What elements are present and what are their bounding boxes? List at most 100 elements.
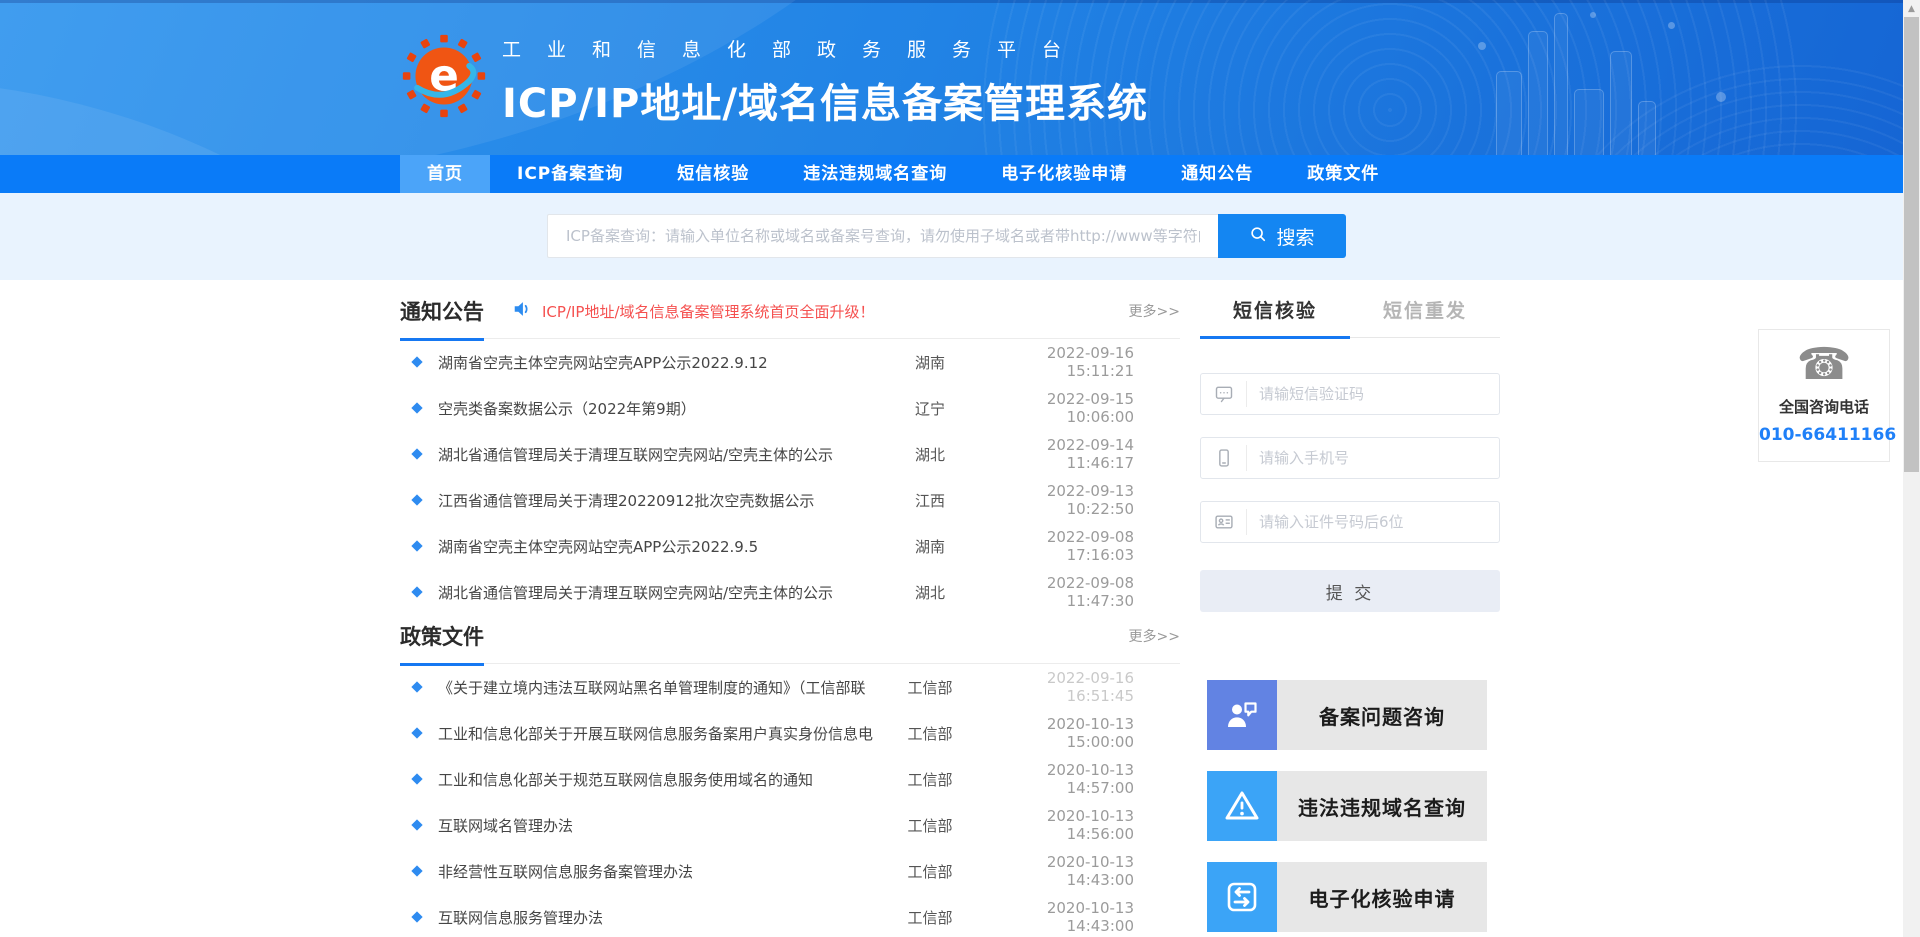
nav-item-illegal-domain-query[interactable]: 违法违规域名查询 (776, 155, 974, 193)
page-scrollbar[interactable]: ▲ (1903, 0, 1920, 937)
notices-list: 湖南省空壳主体空壳网站空壳APP公示2022.9.12 湖南 2022-09-1… (400, 339, 1180, 615)
notice-row: 湖南省空壳主体空壳网站空壳APP公示2022.9.12 湖南 2022-09-1… (400, 339, 1180, 385)
notice-ticker[interactable]: ICP/IP地址/域名信息备案管理系统首页全面升级！ (512, 299, 875, 323)
policy-row: 互联网信息服务管理办法 工信部 2020-10-13 14:43:00 (400, 894, 1180, 937)
nav-item-e-verification[interactable]: 电子化核验申请 (974, 155, 1154, 193)
quick-link-e-verification[interactable]: 电子化核验申请 (1207, 862, 1487, 932)
policy-row: 非经营性互联网信息服务备案管理办法 工信部 2020-10-13 14:43:0… (400, 848, 1180, 894)
policy-link[interactable]: 互联网信息服务管理办法 (438, 907, 880, 928)
diamond-bullet-icon (411, 448, 422, 459)
quick-link-label: 违法违规域名查询 (1277, 771, 1487, 841)
hotline-label: 全国咨询电话 (1759, 396, 1889, 417)
diamond-bullet-icon (411, 819, 422, 830)
policy-org: 工信部 (880, 677, 980, 698)
person-chat-icon (1207, 680, 1277, 750)
notice-region: 湖南 (880, 352, 980, 373)
notice-link[interactable]: 湖北省通信管理局关于清理互联网空壳网站/空壳主体的公示 (438, 444, 880, 465)
policy-time: 2022-09-16 16:51:45 (980, 669, 1180, 705)
policy-row: 工业和信息化部关于规范互联网信息服务使用域名的通知 工信部 2020-10-13… (400, 756, 1180, 802)
mobile-phone-icon (1201, 445, 1247, 471)
quick-links: 备案问题咨询 违法违规域名查询 电子化核验申请 (1207, 680, 1487, 937)
tab-sms-resend[interactable]: 短信重发 (1350, 296, 1500, 337)
nav-item-sms-verify[interactable]: 短信核验 (650, 155, 776, 193)
notice-region: 湖北 (880, 582, 980, 603)
diamond-bullet-icon (411, 865, 422, 876)
diamond-bullet-icon (411, 586, 422, 597)
phone-number-input-group (1200, 437, 1500, 479)
notice-link[interactable]: 湖南省空壳主体空壳网站空壳APP公示2022.9.12 (438, 352, 880, 373)
notice-link[interactable]: 江西省通信管理局关于清理20220912批次空壳数据公示 (438, 490, 880, 511)
notice-region: 辽宁 (880, 398, 980, 419)
hotline-number: 010-66411166 (1759, 425, 1889, 445)
policy-link[interactable]: 《关于建立境内违法互联网站黑名单管理制度的通知》（工信部联 (438, 677, 880, 698)
notice-time: 2022-09-08 11:47:30 (980, 574, 1180, 610)
notice-row: 湖南省空壳主体空壳网站空壳APP公示2022.9.5 湖南 2022-09-08… (400, 523, 1180, 569)
policy-org: 工信部 (880, 815, 980, 836)
notice-row: 湖北省通信管理局关于清理互联网空壳网站/空壳主体的公示 湖北 2022-09-1… (400, 431, 1180, 477)
search-button[interactable]: 搜索 (1218, 214, 1346, 258)
notice-region: 江西 (880, 490, 980, 511)
notice-time: 2022-09-08 17:16:03 (980, 528, 1180, 564)
policy-org: 工信部 (880, 769, 980, 790)
notice-link[interactable]: 湖北省通信管理局关于清理互联网空壳网站/空壳主体的公示 (438, 582, 880, 603)
notice-region: 湖南 (880, 536, 980, 557)
policy-link[interactable]: 互联网域名管理办法 (438, 815, 880, 836)
search-button-label: 搜索 (1276, 223, 1314, 250)
policy-org: 工信部 (880, 861, 980, 882)
sms-tabs: 短信核验 短信重发 (1200, 296, 1500, 338)
phone-number-input[interactable] (1247, 449, 1499, 467)
scrollbar-thumb[interactable] (1904, 17, 1919, 472)
sms-message-icon (1201, 381, 1247, 407)
diamond-bullet-icon (411, 540, 422, 551)
search-box: 搜索 (547, 214, 1346, 258)
ticker-text: ICP/IP地址/域名信息备案管理系统首页全面升级！ (542, 301, 875, 322)
speaker-icon (512, 299, 532, 323)
icp-filing-homepage: e 工业和信息化部政务服务平台 ICP/IP地址/域名信息备案管理系统 首页 I… (0, 0, 1920, 937)
quick-link-label: 备案问题咨询 (1277, 680, 1487, 750)
id-number-input-group (1200, 501, 1500, 543)
notice-time: 2022-09-16 15:11:21 (980, 344, 1180, 380)
telephone-icon: ☎ (1759, 343, 1889, 387)
miit-gear-logo-icon: e (402, 34, 486, 118)
id-card-icon (1201, 509, 1247, 535)
warning-triangle-icon (1207, 771, 1277, 841)
policy-link[interactable]: 工业和信息化部关于开展互联网信息服务备案用户真实身份信息电 (438, 723, 880, 744)
notice-row: 江西省通信管理局关于清理20220912批次空壳数据公示 江西 2022-09-… (400, 477, 1180, 523)
submit-button[interactable]: 提 交 (1200, 570, 1500, 612)
site-title-block: 工业和信息化部政务服务平台 ICP/IP地址/域名信息备案管理系统 (502, 35, 1148, 129)
policy-link[interactable]: 工业和信息化部关于规范互联网信息服务使用域名的通知 (438, 769, 880, 790)
sms-code-input-group (1200, 373, 1500, 415)
page-header: e 工业和信息化部政务服务平台 ICP/IP地址/域名信息备案管理系统 (0, 0, 1920, 155)
notices-more-link[interactable]: 更多>> (1129, 301, 1180, 321)
policy-time: 2020-10-13 15:00:00 (980, 715, 1180, 751)
nav-item-icp-query[interactable]: ICP备案查询 (490, 155, 650, 193)
nav-item-home[interactable]: 首页 (400, 155, 490, 193)
search-icon (1249, 225, 1267, 248)
policy-time: 2020-10-13 14:43:00 (980, 899, 1180, 935)
notice-link[interactable]: 湖南省空壳主体空壳网站空壳APP公示2022.9.5 (438, 536, 880, 557)
policy-row: 工业和信息化部关于开展互联网信息服务备案用户真实身份信息电 工信部 2020-1… (400, 710, 1180, 756)
tab-sms-verify[interactable]: 短信核验 (1200, 296, 1350, 337)
diamond-bullet-icon (411, 727, 422, 738)
nav-items: 首页 ICP备案查询 短信核验 违法违规域名查询 电子化核验申请 通知公告 政策… (400, 155, 1406, 193)
policy-time: 2020-10-13 14:57:00 (980, 761, 1180, 797)
nav-item-notices[interactable]: 通知公告 (1154, 155, 1280, 193)
policies-more-link[interactable]: 更多>> (1129, 626, 1180, 646)
id-number-input[interactable] (1247, 513, 1499, 531)
diamond-bullet-icon (411, 773, 422, 784)
scrollbar-up-arrow-icon[interactable]: ▲ (1903, 0, 1920, 17)
quick-link-illegal-domain-query[interactable]: 违法违规域名查询 (1207, 771, 1487, 841)
search-input[interactable] (547, 214, 1218, 258)
policy-link[interactable]: 非经营性互联网信息服务备案管理办法 (438, 861, 880, 882)
diamond-bullet-icon (411, 681, 422, 692)
quick-link-filing-consult[interactable]: 备案问题咨询 (1207, 680, 1487, 750)
policies-title: 政策文件 (400, 621, 484, 651)
notice-time: 2022-09-15 10:06:00 (980, 390, 1180, 426)
quick-link-label: 电子化核验申请 (1277, 862, 1487, 932)
policy-org: 工信部 (880, 723, 980, 744)
sms-code-input[interactable] (1247, 385, 1499, 403)
policy-time: 2020-10-13 14:43:00 (980, 853, 1180, 889)
notice-link[interactable]: 空壳类备案数据公示（2022年第9期） (438, 398, 880, 419)
nav-item-policies[interactable]: 政策文件 (1280, 155, 1406, 193)
policy-org: 工信部 (880, 907, 980, 928)
